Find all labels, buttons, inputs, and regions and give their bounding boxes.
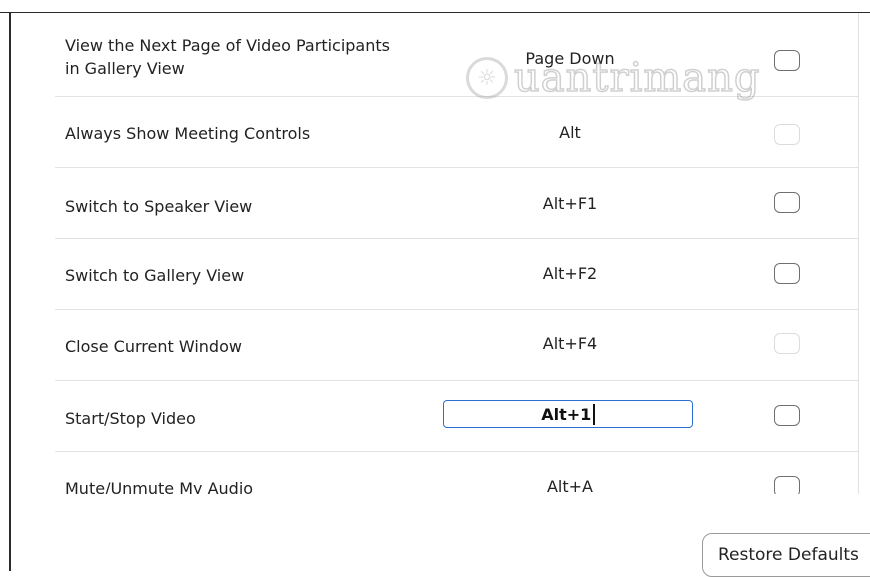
shortcut-label: Close Current Window <box>65 337 242 356</box>
shortcut-input-editing[interactable]: Alt+1 <box>443 400 693 428</box>
keyboard-shortcuts-settings: View the Next Page of Video Participants… <box>0 0 870 577</box>
shortcut-keys[interactable]: Alt+F2 <box>443 263 697 285</box>
restore-defaults-button[interactable]: Restore Defaults <box>702 533 870 577</box>
shortcut-label-line2: in Gallery View <box>65 59 185 78</box>
shortcut-keys[interactable]: Alt+F1 <box>443 193 697 215</box>
shortcut-label: Start/Stop Video <box>65 409 196 428</box>
shortcut-keys[interactable]: Page Down <box>443 48 697 70</box>
enable-checkbox[interactable] <box>774 192 800 213</box>
enable-checkbox[interactable] <box>774 50 800 71</box>
shortcut-keys[interactable]: Alt <box>443 122 697 144</box>
shortcut-row: Start/Stop Video Alt+1 <box>55 381 859 452</box>
shortcut-row: Switch to Gallery View Alt+F2 <box>55 239 859 310</box>
shortcut-row: Switch to Speaker View Alt+F1 <box>55 168 859 239</box>
window-top-border <box>0 0 870 13</box>
shortcut-row: Close Current Window Alt+F4 <box>55 310 859 381</box>
shortcut-label: Always Show Meeting Controls <box>65 124 311 143</box>
text-caret <box>593 403 595 425</box>
shortcut-row: Always Show Meeting Controls Alt <box>55 97 859 168</box>
enable-checkbox[interactable] <box>774 405 800 426</box>
shortcut-row: View the Next Page of Video Participants… <box>55 13 859 97</box>
shortcut-keys[interactable]: Alt+F4 <box>443 333 697 355</box>
enable-checkbox-disabled <box>774 333 800 354</box>
scroll-area-edge <box>858 13 859 494</box>
enable-checkbox[interactable] <box>774 263 800 284</box>
shortcut-label: Mute/Unmute My Audio <box>65 479 254 494</box>
shortcuts-list[interactable]: View the Next Page of Video Participants… <box>11 13 859 494</box>
enable-checkbox-disabled <box>774 124 800 145</box>
shortcut-label: Switch to Gallery View <box>65 266 245 285</box>
shortcut-input-value: Alt+1 <box>541 404 592 424</box>
shortcut-label: View the Next Page of Video Participants… <box>65 34 390 80</box>
shortcut-keys[interactable]: Alt+A <box>443 476 697 494</box>
enable-checkbox[interactable] <box>774 476 800 494</box>
shortcut-label-line1: View the Next Page of Video Participants <box>65 36 390 55</box>
shortcut-row: Mute/Unmute My Audio Alt+A <box>55 452 859 494</box>
shortcut-label: Switch to Speaker View <box>65 197 253 216</box>
